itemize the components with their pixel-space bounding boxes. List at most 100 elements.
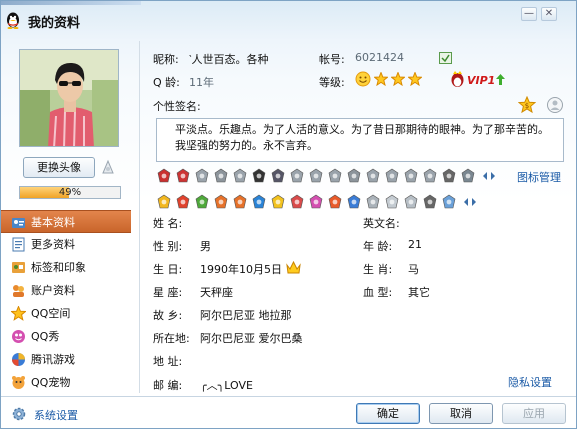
minimize-button[interactable]: —	[521, 7, 537, 21]
field-location-value[interactable]: 阿尔巴尼亚 爱尔巴桑	[200, 330, 303, 346]
account-icon	[13, 285, 24, 297]
row2-service-icon[interactable]	[232, 194, 248, 210]
avatar[interactable]	[19, 49, 119, 147]
row1-scroll-arrows-icon[interactable]	[481, 168, 497, 184]
apply-button[interactable]: 应用	[502, 403, 566, 424]
field-blood-value[interactable]: 其它	[408, 284, 430, 300]
row2-service-icon[interactable]	[251, 194, 267, 210]
title-strip	[1, 1, 141, 5]
row2-service-icon[interactable]	[308, 194, 324, 210]
sidebar-item-1[interactable]: 基本资料	[1, 210, 131, 233]
row1-service-icon[interactable]	[460, 168, 476, 184]
field-address-label: 地 址:	[153, 355, 183, 368]
sidebar-item-label: QQ空间	[31, 307, 71, 320]
sidebar-item-7[interactable]: 腾讯游戏	[1, 348, 131, 371]
row2-service-icon[interactable]	[384, 194, 400, 210]
close-button[interactable]: ✕	[541, 7, 557, 21]
row2-service-icon[interactable]	[365, 194, 381, 210]
row2-service-icon[interactable]	[403, 194, 419, 210]
row2-service-icon[interactable]	[213, 194, 229, 210]
change-avatar-button[interactable]: 更换头像	[23, 157, 95, 178]
ok-button[interactable]: 确定	[356, 403, 420, 424]
field-zodiac-value[interactable]: 马	[408, 261, 419, 277]
gear-icon[interactable]	[11, 406, 27, 422]
account-label: 帐号:	[319, 53, 345, 66]
field-birthday-label: 生 日:	[153, 263, 183, 276]
field-postcode-value[interactable]: ╭︿╮LOVE	[200, 377, 253, 393]
privacy-settings-link[interactable]: 隐私设置	[508, 374, 552, 390]
row2-scroll-arrows-icon[interactable]	[462, 194, 478, 210]
row1-service-icon[interactable]	[346, 168, 362, 184]
level-up-arrow-icon	[496, 74, 505, 85]
sidebar-item-label: 账户资料	[31, 284, 75, 297]
row2-service-icon[interactable]	[289, 194, 305, 210]
icon-manage-link[interactable]: 图标管理	[517, 169, 561, 185]
signature-input[interactable]: 平淡点。乐趣点。为了人活的意义。为了昔日那期待的眼神。为了那辛苦的。我坚强的努力…	[156, 118, 564, 162]
row1-service-icon[interactable]	[441, 168, 457, 184]
row1-service-icon[interactable]	[213, 168, 229, 184]
field-gender-label: 性 别:	[153, 240, 183, 253]
field-hometown-value[interactable]: 阿尔巴尼亚 地拉那	[200, 307, 292, 323]
row1-service-icon[interactable]	[289, 168, 305, 184]
sidebar-item-8[interactable]: QQ宠物	[1, 371, 131, 394]
row1-service-icon[interactable]	[308, 168, 324, 184]
row2-service-icon[interactable]	[441, 194, 457, 210]
sidebar-item-3[interactable]: 标签和印象	[1, 256, 131, 279]
signature-history-icon[interactable]	[546, 96, 564, 114]
title-bar[interactable]: 我的资料 — ✕	[1, 1, 576, 37]
sidebar-item-5[interactable]: QQ空间	[1, 302, 131, 325]
avatar-image	[20, 50, 118, 146]
nickname-label: 昵称:	[153, 53, 179, 66]
row2-service-icon[interactable]	[156, 194, 172, 210]
sidebar-item-2[interactable]: 更多资料	[1, 233, 131, 256]
tag-icon	[12, 262, 25, 273]
field-hometown-label: 故 乡:	[153, 309, 183, 322]
sidebar-item-label: QQ秀	[31, 330, 60, 343]
row2-service-icon[interactable]	[270, 194, 286, 210]
row1-service-icon[interactable]	[327, 168, 343, 184]
row2-service-icon[interactable]	[346, 194, 362, 210]
field-gender-value[interactable]: 男	[200, 238, 211, 254]
vip-label[interactable]: VIP1	[467, 74, 495, 87]
star-icon	[11, 306, 26, 321]
row2-service-icon[interactable]	[327, 194, 343, 210]
signature-star-icon[interactable]: $	[518, 96, 536, 114]
row1-service-icon[interactable]	[422, 168, 438, 184]
system-settings-link[interactable]: 系统设置	[34, 407, 78, 423]
camera-icon[interactable]	[100, 159, 116, 175]
row1-service-icon[interactable]	[270, 168, 286, 184]
cancel-button[interactable]: 取消	[429, 403, 493, 424]
row1-service-icon[interactable]	[175, 168, 191, 184]
level-label: 等级:	[319, 76, 345, 89]
row1-service-icon[interactable]	[384, 168, 400, 184]
row1-service-icon[interactable]	[365, 168, 381, 184]
profile-window: 我的资料 — ✕ 更换头像 49% 基本资料 更多资料 标签和印象账户资料 QQ空间 Q…	[0, 0, 577, 429]
field-location-label: 所在地:	[153, 332, 190, 345]
field-constellation-value[interactable]: 天秤座	[200, 284, 233, 300]
level-star-icon	[408, 72, 422, 86]
row2-service-icon[interactable]	[422, 194, 438, 210]
level-star-icon	[391, 72, 405, 86]
row1-service-icon[interactable]	[194, 168, 210, 184]
sidebar-item-4[interactable]: 账户资料	[1, 279, 131, 302]
game-icon	[12, 353, 25, 366]
row1-service-icon[interactable]	[251, 168, 267, 184]
row1-service-icon[interactable]	[156, 168, 172, 184]
document-icon	[12, 237, 25, 252]
row2-service-icon[interactable]	[194, 194, 210, 210]
level-sun-icon	[355, 71, 371, 87]
level-star-icon	[374, 72, 388, 86]
row1-service-icon[interactable]	[403, 168, 419, 184]
progress-label: 49%	[58, 187, 82, 198]
row1-service-icon[interactable]	[232, 168, 248, 184]
field-birthday-value[interactable]: 1990年10月5日	[200, 261, 282, 277]
signature-label: 个性签名:	[153, 100, 201, 113]
vip-penguin-icon[interactable]	[450, 71, 465, 88]
footer-divider	[1, 396, 576, 397]
field-english-name-label: 英文名:	[363, 217, 400, 230]
copy-account-icon[interactable]	[439, 52, 452, 64]
sidebar-item-6[interactable]: QQ秀	[1, 325, 131, 348]
field-blood-label: 血 型:	[363, 286, 393, 299]
field-age-value[interactable]: 21	[408, 238, 422, 251]
row2-service-icon[interactable]	[175, 194, 191, 210]
